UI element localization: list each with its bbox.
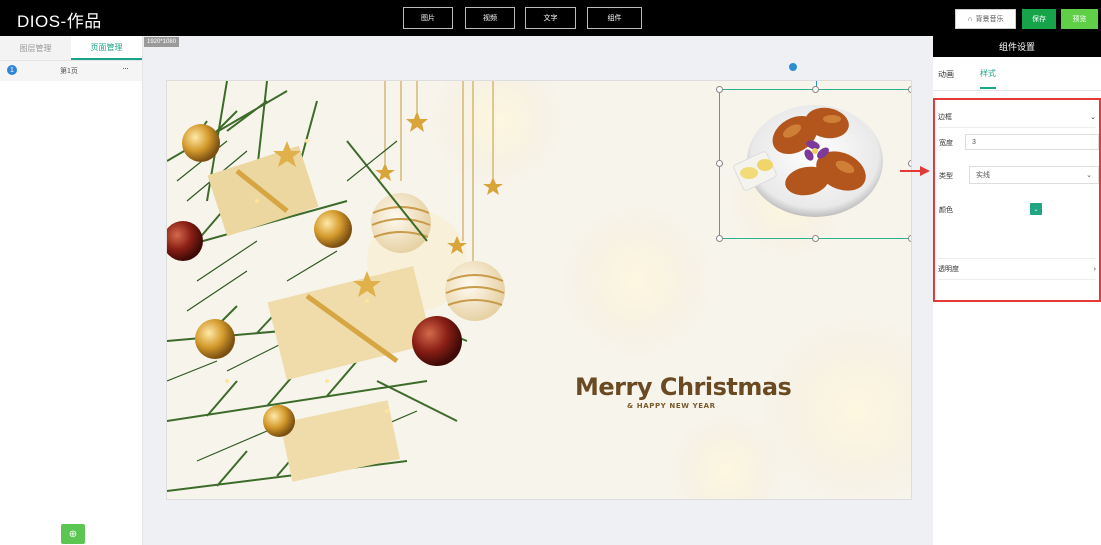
border-type-value: 实线 (976, 172, 990, 179)
image-button[interactable]: 图片 (403, 7, 453, 29)
headphones-icon: ∩ (967, 15, 973, 23)
resize-handle-left[interactable] (716, 160, 723, 167)
save-button[interactable]: 保存 (1022, 9, 1056, 29)
opacity-label: 透明度 (938, 266, 959, 273)
add-circle-icon: ⊕ (68, 528, 78, 540)
canvas-subtitle-text[interactable]: & HAPPY NEW YEAR (627, 402, 716, 410)
resize-handle-top[interactable] (812, 86, 819, 93)
color-picker-swatch[interactable]: ⌄ (1030, 203, 1042, 215)
page-number-badge: 1 (7, 65, 17, 75)
rotate-handle[interactable] (789, 63, 797, 71)
opacity-section-toggle[interactable]: 透明度 › (938, 258, 1096, 280)
background-music-label: 背景音乐 (975, 16, 1004, 23)
settings-tabs: 动画 样式 (933, 57, 1101, 91)
top-bar: DIOS-作品 图片 视频 文字 组件 ∩ 背景音乐 保存 预览 (0, 0, 1101, 36)
type-label: 类型 (939, 173, 953, 180)
chevron-down-icon: ⌄ (1090, 113, 1096, 121)
canvas-title-text[interactable]: Merry Christmas (575, 373, 792, 401)
resize-handle-top-right[interactable] (908, 86, 911, 93)
border-type-select[interactable]: 实线 ⌄ (969, 166, 1099, 184)
chevron-right-icon: › (1093, 265, 1096, 273)
tab-style[interactable]: 样式 (980, 58, 996, 89)
tab-animation[interactable]: 动画 (938, 59, 954, 88)
tab-layer-management[interactable]: 图层管理 (0, 36, 71, 60)
background-music-button[interactable]: ∩ 背景音乐 (955, 9, 1016, 29)
resize-handle-top-left[interactable] (716, 86, 723, 93)
tab-page-management[interactable]: 页面管理 (71, 36, 142, 60)
resize-handle-bottom[interactable] (812, 235, 819, 242)
style-properties-box: 边框 ⌄ 宽度 类型 实线 ⌄ 颜色 ⌄ 透明度 › (933, 98, 1101, 302)
color-label: 颜色 (939, 207, 953, 214)
component-settings-panel: 组件设置 动画 样式 边框 ⌄ 宽度 类型 实线 ⌄ 颜色 ⌄ 透明度 › (933, 36, 1101, 545)
left-panel: 图层管理 页面管理 1 第1页 ··· ⊕ (0, 36, 143, 545)
border-section-toggle[interactable]: 边框 ⌄ (938, 106, 1096, 128)
settings-header: 组件设置 (933, 36, 1101, 57)
width-label: 宽度 (939, 140, 953, 147)
more-options-icon[interactable]: ··· (122, 63, 129, 73)
canvas-area: 1920*1080 Merry Christmas & HAPPY NEW YE… (143, 36, 933, 545)
add-page-button[interactable]: ⊕ (61, 524, 85, 544)
page-list-item[interactable]: 1 第1页 ··· (0, 61, 142, 81)
design-canvas[interactable]: Merry Christmas & HAPPY NEW YEAR (166, 80, 912, 500)
annotation-arrow-icon (900, 166, 930, 176)
text-button[interactable]: 文字 (525, 7, 576, 29)
border-label: 边框 (938, 113, 952, 121)
width-input[interactable] (965, 134, 1099, 150)
left-tabs: 图层管理 页面管理 (0, 36, 142, 61)
app-title: DIOS-作品 (17, 12, 102, 31)
component-button[interactable]: 组件 (587, 7, 642, 29)
resolution-label: 1920*1080 (144, 37, 180, 47)
preview-button[interactable]: 预览 (1061, 9, 1098, 29)
resize-handle-bottom-right[interactable] (908, 235, 911, 242)
page-name: 第1页 (60, 68, 78, 75)
chevron-down-icon: ⌄ (1086, 172, 1092, 179)
chevron-down-icon: ⌄ (1033, 206, 1039, 213)
selected-image-component[interactable] (716, 86, 911, 242)
resize-handle-bottom-left[interactable] (716, 235, 723, 242)
video-button[interactable]: 视频 (465, 7, 515, 29)
